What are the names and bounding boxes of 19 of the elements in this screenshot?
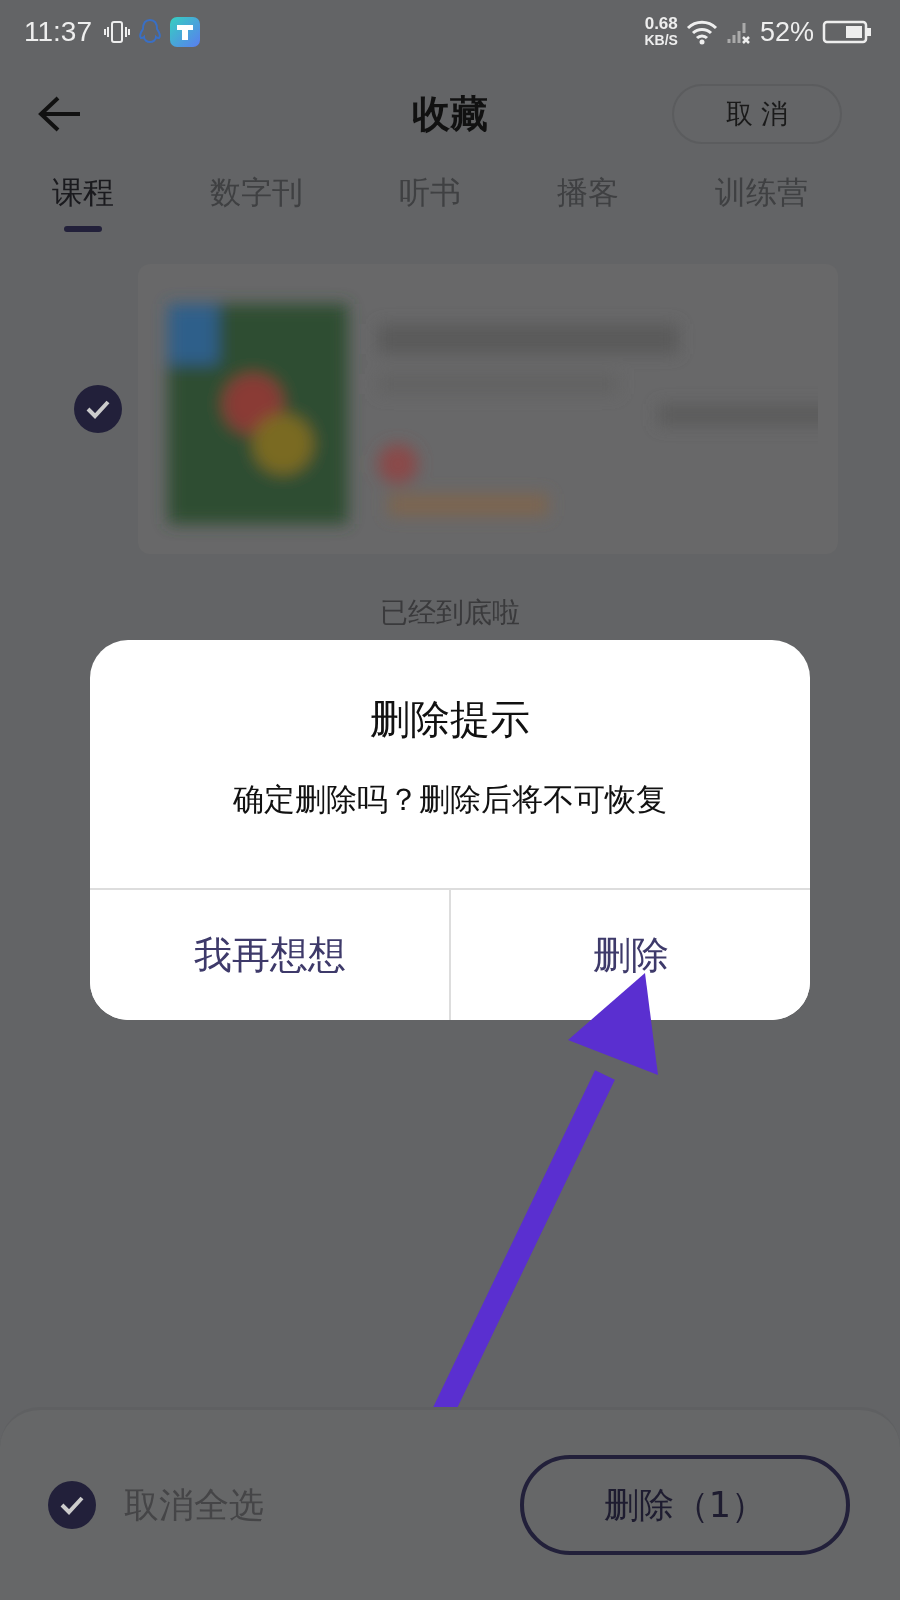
battery-icon [822,19,872,45]
dialog-message: 确定删除吗？删除后将不可恢复 [232,780,668,819]
speed-unit: KB/S [644,32,678,48]
tab-indicator [64,226,102,232]
dialog-title: 删除提示 [369,695,531,744]
status-time: 11:37 [24,16,92,48]
tab[interactable]: 课程 [52,164,114,232]
battery-percent: 52% [759,16,814,48]
wifi-icon [685,19,718,45]
brush-app-icon [170,17,200,47]
checkbox[interactable] [74,385,122,433]
vibrate-icon [104,19,130,45]
delete-button[interactable]: 删除（1） [520,1455,850,1555]
select-all-checkbox[interactable] [48,1481,96,1529]
penguin-icon [138,18,162,46]
page-title: 收藏 [412,90,488,138]
dialog-button[interactable]: 删除 [449,890,810,1020]
network-speed: 0.68 [644,16,678,32]
cancel-button[interactable]: 取 消 [672,84,842,144]
